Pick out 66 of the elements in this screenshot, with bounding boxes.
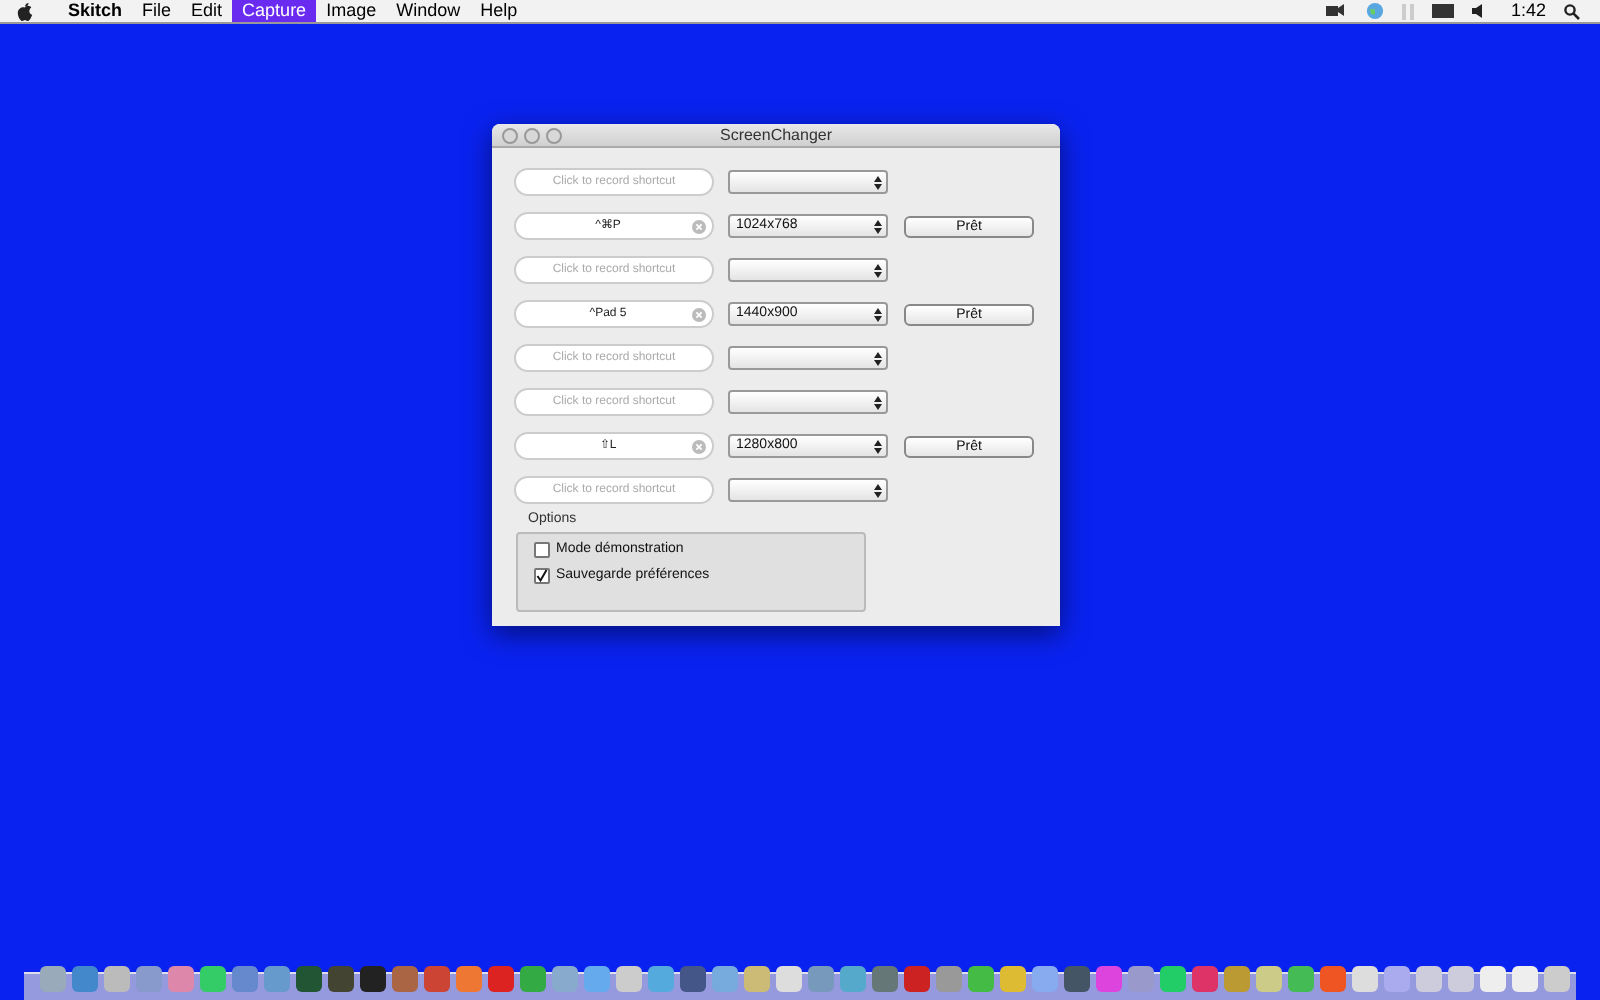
clear-icon[interactable] — [692, 307, 706, 321]
resolution-popup[interactable] — [728, 346, 888, 370]
app-icon[interactable] — [1448, 965, 1474, 991]
resolution-popup[interactable] — [728, 170, 888, 194]
app-icon[interactable] — [1000, 965, 1026, 991]
app-icon[interactable] — [1128, 965, 1154, 991]
stepper-arrows-icon — [874, 483, 882, 497]
app-icon[interactable] — [840, 965, 866, 991]
app-icon[interactable] — [552, 965, 578, 991]
app-icon[interactable] — [712, 965, 738, 991]
app-icon[interactable] — [456, 965, 482, 991]
search-icon[interactable] — [1564, 3, 1580, 19]
resolution-popup[interactable] — [728, 390, 888, 414]
app-menu[interactable]: Skitch — [58, 0, 133, 25]
menu-item[interactable]: Capture — [232, 0, 317, 22]
app-icon[interactable] — [616, 965, 642, 991]
app-icon[interactable] — [104, 965, 130, 991]
app-icon[interactable] — [648, 965, 674, 991]
stepper-arrows-icon — [874, 395, 882, 409]
menu-item[interactable]: Window — [386, 0, 471, 22]
zoom-button[interactable] — [546, 127, 562, 143]
minimize-button[interactable] — [524, 127, 540, 143]
clear-icon[interactable] — [692, 219, 706, 233]
app-icon[interactable] — [1416, 965, 1442, 991]
apple-logo-icon[interactable] — [16, 1, 34, 21]
menu-item[interactable]: Help — [470, 0, 528, 22]
stepper-arrows-icon — [874, 351, 882, 365]
stepper-arrows-icon — [874, 307, 882, 321]
checkbox[interactable] — [534, 568, 550, 585]
resolution-popup[interactable] — [728, 258, 888, 282]
stepper-arrows-icon — [874, 439, 882, 453]
app-icon[interactable] — [1512, 965, 1538, 991]
app-icon[interactable] — [1160, 965, 1186, 991]
app-icon[interactable] — [584, 965, 610, 991]
checkbox[interactable] — [534, 541, 550, 558]
app-icon[interactable] — [744, 965, 770, 991]
window-title: ScreenChanger — [719, 123, 833, 147]
app-icon[interactable] — [1288, 965, 1314, 991]
app-icon[interactable] — [1256, 965, 1282, 991]
close-button[interactable] — [502, 127, 518, 143]
status-icon[interactable] — [1324, 2, 1349, 20]
stepper-arrows-icon — [874, 175, 882, 189]
globe-icon[interactable] — [1366, 2, 1385, 20]
stepper-arrows-icon — [874, 263, 882, 277]
app-icon[interactable] — [936, 965, 962, 991]
speaker-icon[interactable] — [1472, 4, 1485, 18]
app-icon[interactable] — [1224, 965, 1250, 991]
menu-item[interactable]: Edit — [181, 0, 233, 22]
app-icon[interactable] — [168, 965, 194, 991]
app-icon[interactable] — [968, 965, 994, 991]
clock[interactable]: 1:42 — [1510, 0, 1546, 25]
app-icon[interactable] — [136, 965, 162, 991]
app-icon[interactable] — [1032, 965, 1058, 991]
app-icon[interactable] — [1544, 965, 1570, 991]
app-icon[interactable] — [1384, 965, 1410, 991]
menu-item[interactable]: Image — [316, 0, 387, 22]
clear-icon[interactable] — [692, 439, 706, 453]
app-icon[interactable] — [200, 965, 226, 991]
menu-item[interactable]: File — [132, 0, 182, 22]
app-icon[interactable] — [776, 965, 802, 991]
app-icon[interactable] — [40, 965, 66, 991]
app-icon[interactable] — [1352, 965, 1378, 991]
display-icon[interactable] — [1432, 3, 1455, 19]
stepper-arrows-icon — [874, 219, 882, 233]
resolution-popup[interactable] — [728, 478, 888, 502]
app-icon[interactable] — [1480, 965, 1506, 991]
